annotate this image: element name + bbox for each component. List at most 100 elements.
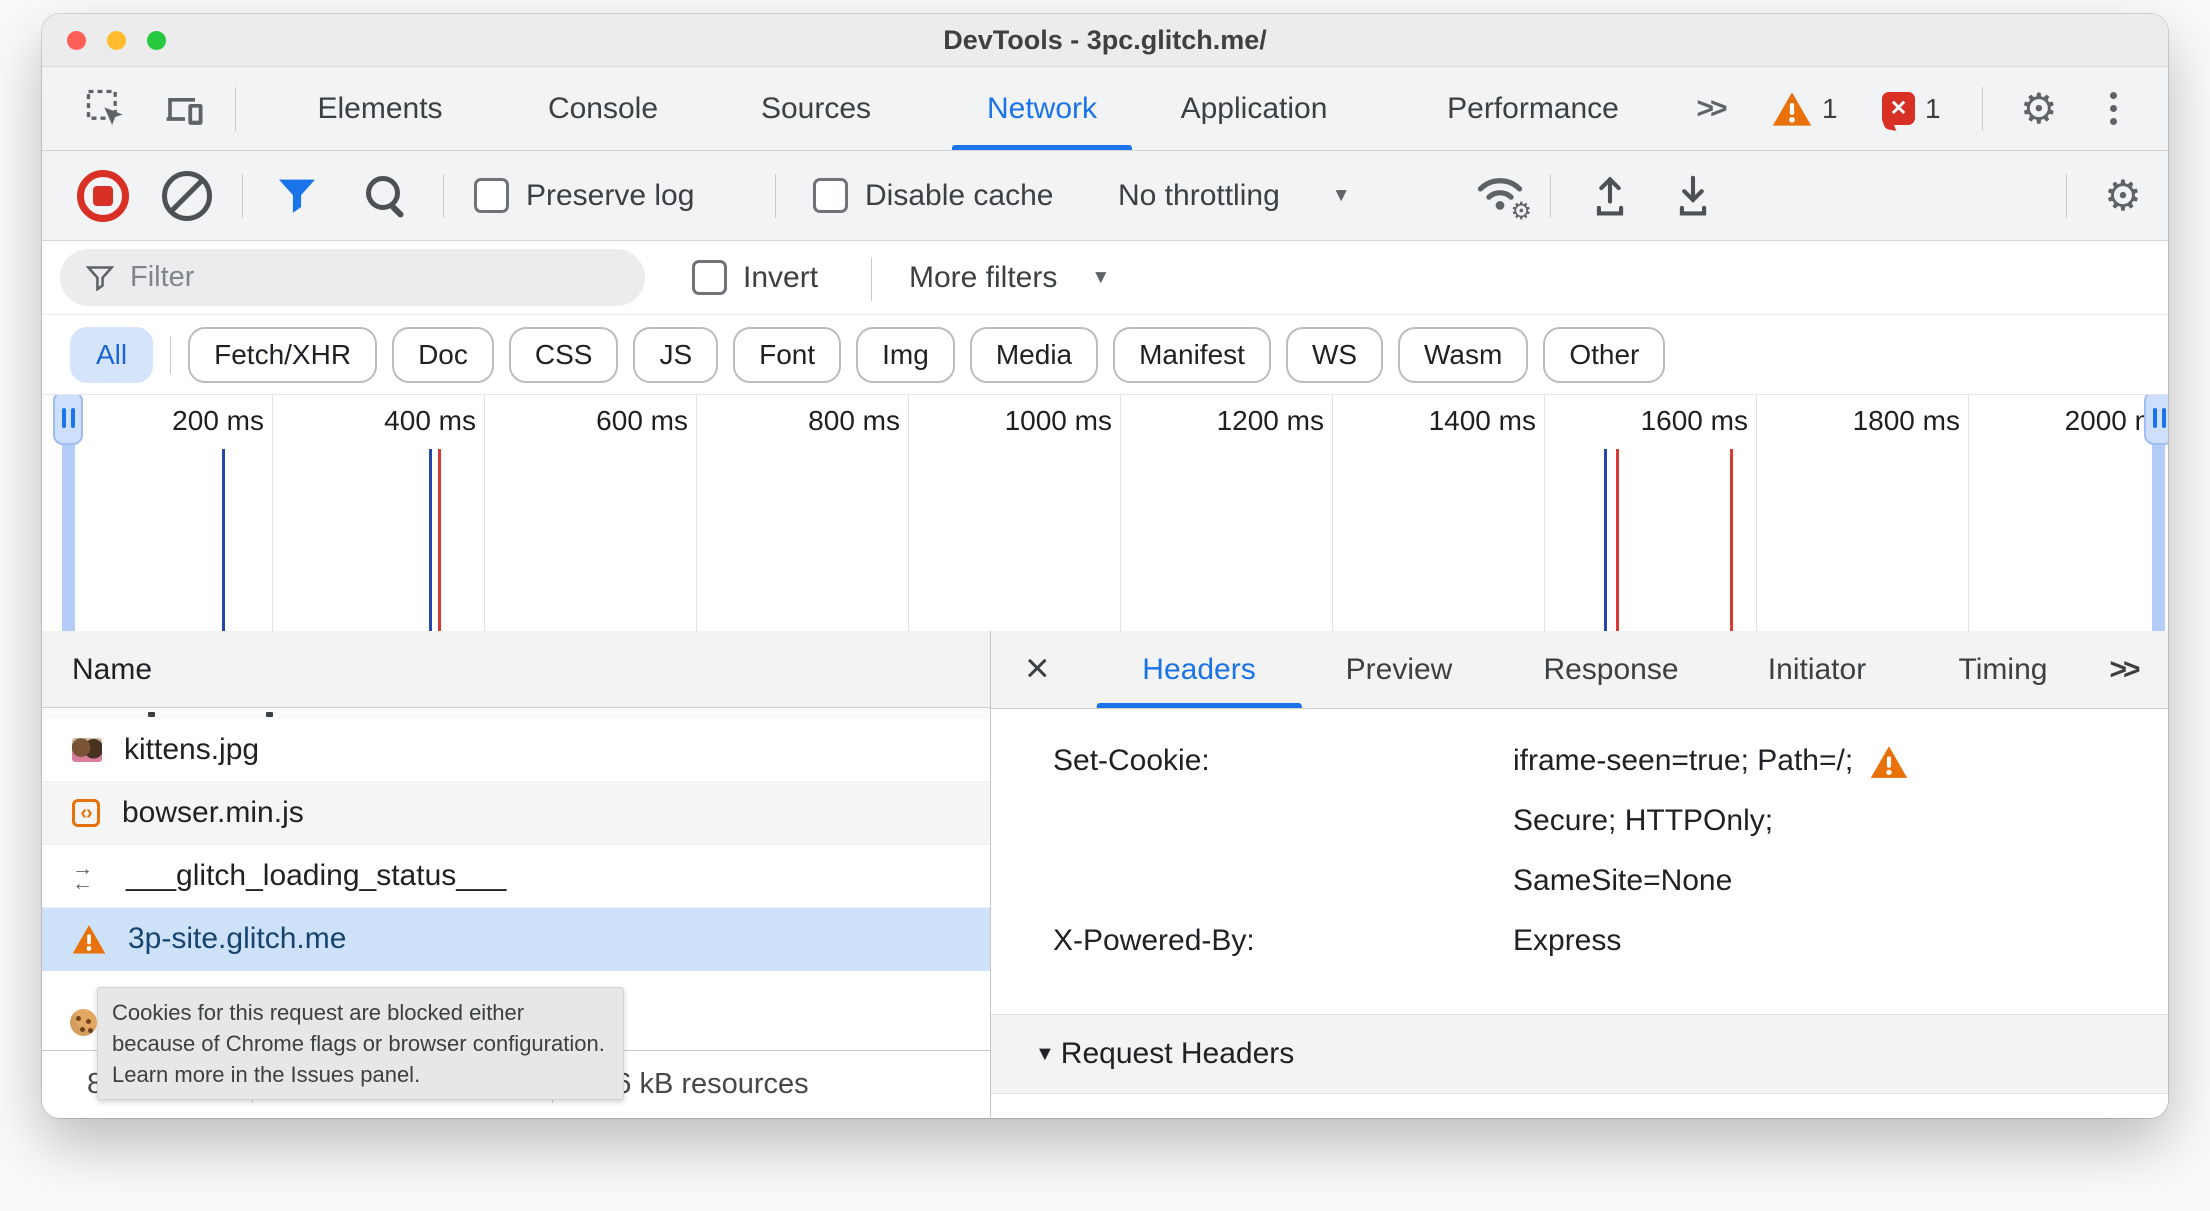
errors-indicator[interactable]: ✕ 1 (1882, 67, 1941, 150)
disable-cache-checkbox[interactable]: Disable cache (813, 151, 1053, 240)
error-count: 1 (1925, 92, 1941, 124)
throttling-value: No throttling (1118, 178, 1280, 212)
record-network-log-button[interactable] (77, 151, 129, 240)
toolbar-separator (2066, 174, 2067, 218)
filter-row: Filter Invert More filters ▼ (42, 241, 2168, 315)
import-har-icon[interactable] (1591, 151, 1629, 240)
details-tabbar: × Headers Preview Response Initiator Timing … (991, 631, 2168, 709)
tab-network[interactable]: Network (952, 67, 1132, 150)
device-toolbar-icon[interactable] (164, 67, 206, 150)
name-column-header[interactable]: Name (42, 631, 990, 708)
domcontentloaded-line (1604, 449, 1607, 631)
type-chip-doc[interactable]: Doc (392, 326, 494, 383)
more-detail-tabs-button[interactable]: >> (2109, 631, 2140, 708)
search-icon[interactable] (363, 151, 409, 240)
grid-line (908, 395, 909, 631)
request-name: 3p-site.glitch.me (128, 922, 347, 955)
image-file-icon (72, 738, 102, 762)
request-name: ___glitch_loading_status___ (126, 859, 507, 892)
type-chip-css[interactable]: CSS (508, 326, 619, 383)
clear-network-log-button[interactable] (162, 151, 212, 240)
resource-type-filter-row: All Fetch/XHR Doc CSS JS Font Img Media Manifest… (42, 315, 2168, 394)
network-settings-gear-icon[interactable]: ⚙ (2104, 151, 2142, 240)
request-row-kittens-jpg[interactable]: kittens.jpg (42, 719, 990, 782)
request-headers-section-header[interactable]: ▼ Request Headers (991, 1014, 2168, 1094)
type-chip-media[interactable]: Media (969, 326, 1099, 383)
load-event-line (438, 449, 441, 631)
preserve-log-checkbox[interactable]: Preserve log (474, 151, 694, 240)
tab-elements[interactable]: Elements (317, 67, 442, 150)
network-conditions-icon[interactable]: ⚙ (1472, 151, 1532, 240)
warning-icon (72, 924, 106, 954)
chevron-down-icon: ▼ (1331, 184, 1351, 206)
filter-input[interactable]: Filter (60, 249, 645, 306)
more-filters-dropdown[interactable]: More filters ▼ (909, 241, 1110, 314)
overview-left-scrubber[interactable] (53, 395, 83, 445)
filter-toggle-icon[interactable] (277, 151, 317, 240)
type-chip-manifest[interactable]: Manifest (1113, 326, 1271, 383)
tick-label: 800 ms (808, 405, 900, 436)
tab-sources[interactable]: Sources (761, 67, 871, 150)
tab-performance[interactable]: Performance (1447, 67, 1619, 150)
type-chip-ws[interactable]: WS (1285, 326, 1384, 383)
close-details-icon[interactable]: × (1025, 631, 1050, 708)
tick-label: 1600 ms (1640, 405, 1748, 436)
funnel-icon (86, 265, 114, 291)
settings-gear-icon[interactable]: ⚙ (2020, 67, 2058, 150)
toolbar-separator (235, 87, 236, 131)
grid-line (484, 395, 485, 631)
request-row--glitch-loading-status-[interactable]: → ← ___glitch_loading_status___ (42, 845, 990, 908)
throttling-select[interactable]: No throttling ▼ (1118, 151, 1351, 240)
type-chip-wasm[interactable]: Wasm (1398, 326, 1529, 383)
request-row-bowser-min-js[interactable]: ‹› bowser.min.js (42, 782, 990, 845)
filter-separator (871, 257, 872, 301)
overview-right-scrubber[interactable] (2144, 395, 2168, 445)
details-tab-timing[interactable]: Timing (1959, 631, 2048, 708)
more-tabs-button[interactable]: >> (1696, 67, 1727, 150)
toolbar-separator (242, 174, 243, 218)
request-row-3p-site-glitch-me[interactable]: 3p-site.glitch.me (42, 908, 990, 971)
network-panel-body: Name kittens.jpg ‹› bowser.min.js → ← ___glit… (42, 631, 2168, 1118)
type-chip-other[interactable]: Other (1543, 326, 1666, 383)
details-tab-initiator[interactable]: Initiator (1768, 631, 1866, 708)
chevron-down-icon: ▼ (1091, 266, 1111, 288)
fetch-xhr-icon: → ← (72, 857, 93, 895)
details-tab-preview[interactable]: Preview (1346, 631, 1453, 708)
type-chip-js[interactable]: JS (633, 326, 719, 383)
tab-application[interactable]: Application (1181, 67, 1328, 150)
blocked-cookies-tooltip: Cookies for this request are blocked eit… (97, 987, 624, 1100)
type-chip-font[interactable]: Font (733, 326, 842, 383)
header-name: :authority: (991, 1108, 1513, 1118)
overview-left-track (62, 441, 75, 631)
details-tab-response[interactable]: Response (1543, 631, 1678, 708)
header-entry-authority: :authority: 3p-site.glitch.me (991, 1094, 2168, 1118)
network-toolbar: Preserve log Disable cache No throttling… (42, 151, 2168, 241)
tick-label: 200 ms (172, 405, 264, 436)
header-value: Express (1513, 924, 1622, 957)
warning-count: 1 (1822, 92, 1838, 124)
inspect-element-icon[interactable] (86, 67, 126, 150)
header-entry: X-Powered-By: Express (991, 911, 2168, 971)
tab-console[interactable]: Console (548, 67, 658, 150)
type-chip-fetch-xhr[interactable]: Fetch/XHR (188, 326, 378, 383)
details-tab-headers[interactable]: Headers (1096, 631, 1302, 708)
type-chip-all[interactable]: All (70, 326, 154, 383)
request-details-panel: × Headers Preview Response Initiator Timing … (990, 631, 2168, 1118)
type-chip-img[interactable]: Img (856, 326, 955, 383)
tick-label: 1200 ms (1216, 405, 1324, 436)
export-har-icon[interactable] (1674, 151, 1712, 240)
toolbar-separator (443, 174, 444, 218)
main-tabbar: Elements Console Sources Network Application… (42, 67, 2168, 151)
devtools-window: DevTools - 3pc.glitch.me/ Elements Consol… (42, 14, 2168, 1118)
grid-line (272, 395, 273, 631)
grid-line (1332, 395, 1333, 631)
header-name: Set-Cookie: (1053, 744, 1210, 777)
warnings-indicator[interactable]: 1 (1772, 67, 1838, 150)
toolbar-separator (1550, 174, 1551, 218)
invert-checkbox[interactable]: Invert (692, 241, 818, 314)
domcontentloaded-line (222, 449, 225, 631)
network-overview-timeline[interactable]: 200 ms 400 ms 600 ms 800 ms 1000 ms 1200 ms 14… (42, 394, 2168, 632)
cookie-icon (70, 1009, 97, 1036)
kebab-menu-icon[interactable] (2110, 67, 2117, 150)
warning-icon (1870, 746, 1908, 778)
